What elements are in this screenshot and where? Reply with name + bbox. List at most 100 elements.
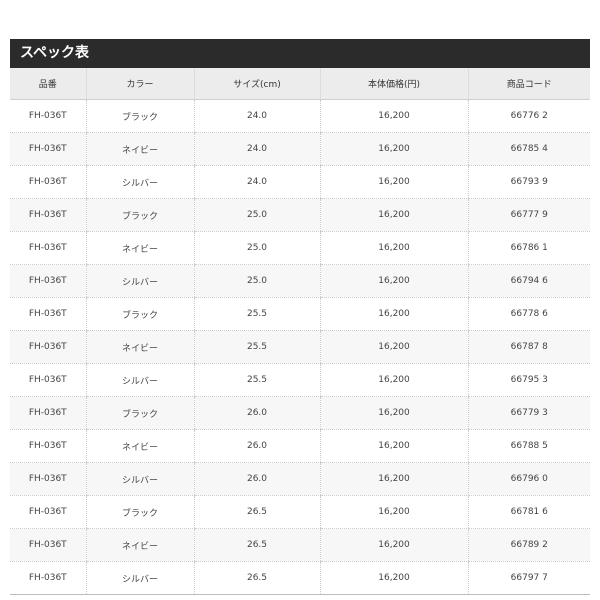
cell-size: 25.0 [193, 231, 320, 265]
cell-size: 25.5 [193, 297, 320, 331]
cell-color: ネイビー [85, 429, 194, 463]
table-row: FH-036T ブラック 26.0 16,200 66779 3 [10, 396, 590, 430]
spec-table-header-row: 品番 カラー サイズ(cm) 本体価格(円) 商品コード [10, 68, 590, 100]
cell-product-number: FH-036T [10, 561, 86, 595]
column-header-price: 本体価格(円) [319, 68, 468, 100]
cell-product-number: FH-036T [10, 132, 86, 166]
spec-table: 品番 カラー サイズ(cm) 本体価格(円) 商品コード FH-036T ブラック… [10, 68, 590, 595]
cell-product-number: FH-036T [10, 528, 86, 562]
cell-product-code: 66777 9 [467, 198, 590, 232]
cell-product-number: FH-036T [10, 264, 86, 298]
cell-color: シルバー [85, 561, 194, 595]
spec-table-panel: スペック表 品番 カラー サイズ(cm) 本体価格(円) 商品コード FH-03… [10, 39, 590, 595]
cell-size: 25.0 [193, 198, 320, 232]
cell-price: 16,200 [319, 528, 468, 562]
cell-size: 24.0 [193, 132, 320, 166]
cell-price: 16,200 [319, 396, 468, 430]
cell-product-code: 66779 3 [467, 396, 590, 430]
table-row: FH-036T シルバー 26.5 16,200 66797 7 [10, 561, 590, 595]
table-row: FH-036T シルバー 24.0 16,200 66793 9 [10, 165, 590, 199]
cell-product-number: FH-036T [10, 396, 86, 430]
cell-color: シルバー [85, 264, 194, 298]
table-row: FH-036T ネイビー 24.0 16,200 66785 4 [10, 132, 590, 166]
cell-color: ネイビー [85, 132, 194, 166]
cell-product-code: 66781 6 [467, 495, 590, 529]
cell-price: 16,200 [319, 264, 468, 298]
cell-price: 16,200 [319, 330, 468, 364]
cell-price: 16,200 [319, 429, 468, 463]
cell-price: 16,200 [319, 462, 468, 496]
spec-table-title: スペック表 [10, 39, 590, 68]
table-row: FH-036T ブラック 25.5 16,200 66778 6 [10, 297, 590, 331]
cell-price: 16,200 [319, 132, 468, 166]
cell-size: 26.5 [193, 495, 320, 529]
cell-color: ブラック [85, 99, 194, 133]
cell-color: ネイビー [85, 231, 194, 265]
cell-price: 16,200 [319, 165, 468, 199]
cell-product-code: 66785 4 [467, 132, 590, 166]
cell-price: 16,200 [319, 99, 468, 133]
cell-product-number: FH-036T [10, 165, 86, 199]
table-row: FH-036T ネイビー 26.5 16,200 66789 2 [10, 528, 590, 562]
cell-color: シルバー [85, 462, 194, 496]
cell-product-number: FH-036T [10, 429, 86, 463]
cell-product-code: 66796 0 [467, 462, 590, 496]
table-row: FH-036T ネイビー 25.5 16,200 66787 8 [10, 330, 590, 364]
table-row: FH-036T シルバー 26.0 16,200 66796 0 [10, 462, 590, 496]
cell-size: 26.0 [193, 462, 320, 496]
cell-color: ブラック [85, 495, 194, 529]
cell-product-number: FH-036T [10, 99, 86, 133]
cell-product-code: 66789 2 [467, 528, 590, 562]
table-row: FH-036T ネイビー 26.0 16,200 66788 5 [10, 429, 590, 463]
cell-size: 26.0 [193, 396, 320, 430]
cell-size: 25.5 [193, 363, 320, 397]
cell-color: ブラック [85, 297, 194, 331]
cell-size: 26.0 [193, 429, 320, 463]
cell-price: 16,200 [319, 561, 468, 595]
spec-table-body: FH-036T ブラック 24.0 16,200 66776 2 FH-036T ネイビー 2… [10, 99, 590, 595]
cell-size: 26.5 [193, 561, 320, 595]
cell-product-code: 66787 8 [467, 330, 590, 364]
table-row: FH-036T ブラック 26.5 16,200 66781 6 [10, 495, 590, 529]
cell-product-number: FH-036T [10, 231, 86, 265]
cell-product-number: FH-036T [10, 330, 86, 364]
cell-color: シルバー [85, 165, 194, 199]
cell-product-number: FH-036T [10, 198, 86, 232]
cell-product-number: FH-036T [10, 495, 86, 529]
cell-price: 16,200 [319, 495, 468, 529]
cell-color: シルバー [85, 363, 194, 397]
cell-product-number: FH-036T [10, 363, 86, 397]
table-row: FH-036T シルバー 25.0 16,200 66794 6 [10, 264, 590, 298]
column-header-product-number: 品番 [10, 68, 86, 100]
cell-product-code: 66793 9 [467, 165, 590, 199]
cell-product-code: 66778 6 [467, 297, 590, 331]
cell-product-number: FH-036T [10, 462, 86, 496]
cell-size: 26.5 [193, 528, 320, 562]
column-header-color: カラー [85, 68, 194, 100]
cell-color: ブラック [85, 198, 194, 232]
table-row: FH-036T ブラック 24.0 16,200 66776 2 [10, 99, 590, 133]
cell-color: ネイビー [85, 528, 194, 562]
cell-product-code: 66794 6 [467, 264, 590, 298]
cell-product-code: 66795 3 [467, 363, 590, 397]
cell-price: 16,200 [319, 231, 468, 265]
cell-size: 24.0 [193, 99, 320, 133]
table-row: FH-036T シルバー 25.5 16,200 66795 3 [10, 363, 590, 397]
table-row: FH-036T ネイビー 25.0 16,200 66786 1 [10, 231, 590, 265]
cell-product-code: 66776 2 [467, 99, 590, 133]
cell-price: 16,200 [319, 297, 468, 331]
cell-color: ブラック [85, 396, 194, 430]
column-header-size: サイズ(cm) [193, 68, 320, 100]
cell-product-number: FH-036T [10, 297, 86, 331]
cell-color: ネイビー [85, 330, 194, 364]
cell-size: 25.5 [193, 330, 320, 364]
cell-product-code: 66786 1 [467, 231, 590, 265]
cell-price: 16,200 [319, 363, 468, 397]
cell-product-code: 66797 7 [467, 561, 590, 595]
table-row: FH-036T ブラック 25.0 16,200 66777 9 [10, 198, 590, 232]
column-header-product-code: 商品コード [467, 68, 590, 100]
cell-size: 25.0 [193, 264, 320, 298]
cell-product-code: 66788 5 [467, 429, 590, 463]
cell-price: 16,200 [319, 198, 468, 232]
cell-size: 24.0 [193, 165, 320, 199]
